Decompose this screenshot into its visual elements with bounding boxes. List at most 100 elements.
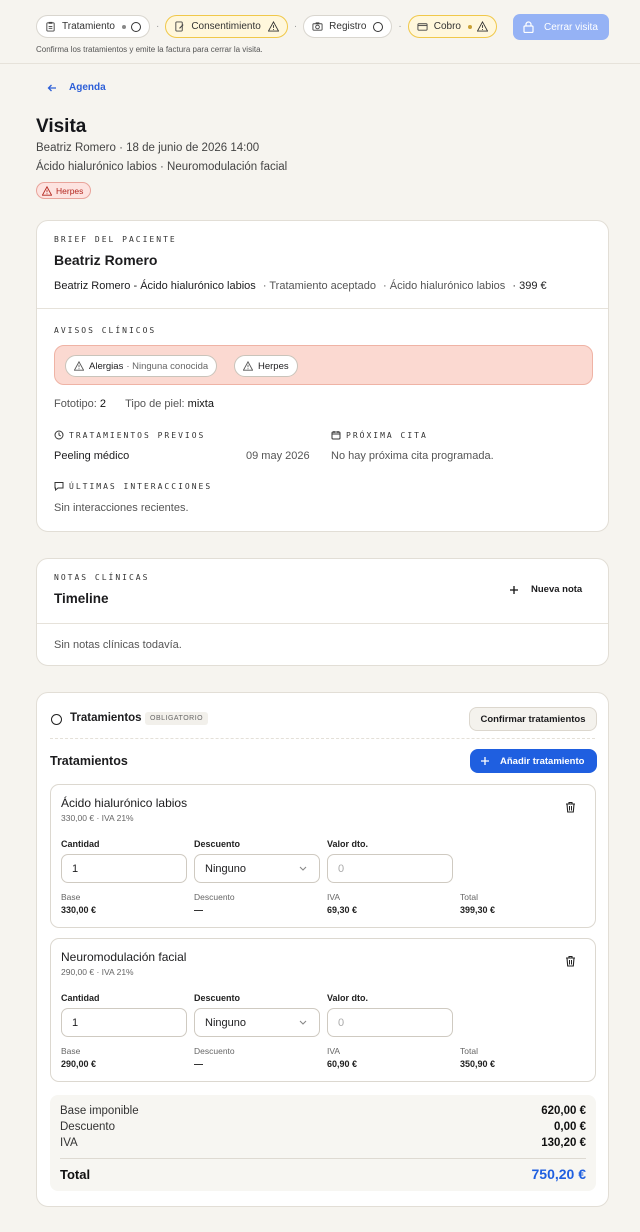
- herpes-badge: Herpes: [36, 182, 92, 199]
- allergy-chip: Alergias · Ninguna conocida: [65, 355, 218, 377]
- new-note-label: Nueva nota: [531, 584, 583, 595]
- total-label: Total: [460, 1046, 478, 1056]
- trash-icon[interactable]: [565, 955, 576, 967]
- summary-discount-value: 0,00 €: [554, 1121, 586, 1133]
- allergy-title: Alergias: [89, 360, 124, 372]
- visit-stepper-bar: Tratamiento · Consentimiento · Registro …: [0, 0, 640, 64]
- status-dot: [468, 24, 472, 29]
- discount-value-label: Valor dto.: [327, 839, 369, 849]
- confirm-treatments-button[interactable]: Confirmar tratamientos: [469, 707, 597, 731]
- discount-value-input[interactable]: 0: [327, 854, 453, 883]
- trash-icon[interactable]: [565, 801, 576, 813]
- next-appointment-value: No hay próxima cita programada.: [331, 450, 494, 462]
- discount-amount-label: Descuento: [194, 1046, 235, 1056]
- step-label: Cobro: [433, 21, 461, 32]
- badge-label: Herpes: [56, 185, 84, 196]
- treatment-item: Ácido hialurónico labios 330,00 € · IVA …: [50, 784, 596, 928]
- patient-brief-card: BRIEF DEL PACIENTE Beatriz Romero Beatri…: [36, 220, 609, 532]
- step-tratamiento[interactable]: Tratamiento: [36, 15, 150, 38]
- invoice-summary: Base imponible 620,00 € Descuento 0,00 €…: [50, 1095, 596, 1191]
- pending-circle-icon: [373, 21, 384, 32]
- calendar-icon: [331, 431, 341, 440]
- discount-amount-label: Descuento: [194, 892, 235, 902]
- discount-label: Descuento: [194, 993, 241, 1003]
- quantity-input[interactable]: 1: [61, 854, 187, 883]
- step-registro[interactable]: Registro: [303, 15, 393, 38]
- summary-total-label: Total: [60, 1166, 91, 1182]
- status-dot: [121, 24, 126, 29]
- treatment-name: Ácido hialurónico labios: [61, 796, 188, 810]
- interactions-value: Sin interacciones recientes.: [54, 502, 189, 514]
- discount-value-input[interactable]: 0: [327, 1008, 453, 1037]
- proposal-treatment: · Ácido hialurónico labios: [383, 280, 506, 292]
- divider: [37, 308, 608, 309]
- treatment-item: Neuromodulación facial 290,00 € · IVA 21…: [50, 938, 596, 1082]
- back-to-agenda-link[interactable]: Agenda: [47, 82, 106, 93]
- camera-icon: [312, 22, 323, 31]
- quantity-label: Cantidad: [61, 993, 100, 1003]
- previous-treatments-label: TRATAMIENTOS PREVIOS: [69, 430, 206, 440]
- chevron-down-icon: [299, 866, 307, 871]
- lock-icon: [523, 21, 534, 33]
- base-label: Base: [61, 892, 81, 902]
- page-title: Visita: [36, 116, 87, 137]
- notes-empty-state: Sin notas clínicas todavía.: [54, 639, 182, 651]
- summary-discount-row: Descuento 0,00 €: [60, 1121, 586, 1133]
- next-appointment-header: PRÓXIMA CITA: [331, 430, 428, 440]
- step-label: Registro: [329, 21, 367, 32]
- step-status-circle-icon: [51, 714, 62, 725]
- step-cobro[interactable]: Cobro: [407, 15, 497, 38]
- divider: [60, 1158, 586, 1159]
- skin-type-value: mixta: [187, 398, 214, 410]
- treatments-step-title: Tratamientos: [70, 712, 142, 724]
- total-value: 399,30 €: [460, 905, 496, 915]
- base-label: Base: [61, 1046, 81, 1056]
- summary-total-value: 750,20 €: [531, 1166, 587, 1182]
- summary-base-label: Base imponible: [60, 1105, 139, 1117]
- interactions-header: ÚLTIMAS INTERACCIONES: [54, 481, 212, 491]
- divider: [50, 738, 595, 739]
- discount-select[interactable]: Ninguno: [194, 1008, 320, 1037]
- arrow-left-icon: [47, 84, 56, 91]
- previous-treatments-header: TRATAMIENTOS PREVIOS: [54, 430, 205, 440]
- alerts-section-label: AVISOS CLÍNICOS: [54, 326, 157, 335]
- phototype-value: 2: [99, 398, 106, 410]
- warning-icon: [477, 21, 488, 32]
- step-label: Consentimiento: [191, 21, 261, 32]
- discount-value-label: Valor dto.: [327, 993, 369, 1003]
- accepted-proposal[interactable]: Beatriz Romero - Ácido hialurónico labio…: [54, 280, 547, 292]
- step-consentimiento[interactable]: Consentimiento: [165, 15, 288, 38]
- pending-circle-icon: [130, 21, 141, 32]
- add-treatment-button[interactable]: Añadir tratamiento: [470, 749, 597, 773]
- discount-select[interactable]: Ninguno: [194, 854, 320, 883]
- treatment-meta: 330,00 € · IVA 21%: [61, 813, 134, 823]
- step-separator: ·: [293, 21, 298, 32]
- brief-section-label: BRIEF DEL PACIENTE: [54, 235, 177, 244]
- vat-value: 69,30 €: [327, 905, 358, 915]
- total-label: Total: [460, 892, 478, 902]
- treatment-meta: 290,00 € · IVA 21%: [61, 967, 134, 977]
- plus-icon: [510, 585, 518, 594]
- total-value: 350,90 €: [460, 1059, 496, 1069]
- previous-treatment-name: Peeling médico: [54, 450, 130, 462]
- document-sign-icon: [175, 21, 184, 32]
- chevron-down-icon: [299, 1020, 307, 1025]
- clipboard-icon: [46, 21, 55, 32]
- interactions-label: ÚLTIMAS INTERACCIONES: [69, 481, 213, 491]
- warning-icon: [42, 185, 52, 196]
- discount-amount-value: —: [194, 905, 203, 915]
- visit-treatments: Ácido hialurónico labios · Neuromodulaci…: [36, 161, 288, 173]
- summary-vat-value: 130,20 €: [541, 1137, 586, 1149]
- required-badge: OBLIGATORIO: [145, 712, 209, 725]
- plus-icon: [481, 757, 489, 765]
- treatments-card: Tratamientos OBLIGATORIO Confirmar trata…: [36, 692, 609, 1207]
- new-note-button[interactable]: Nueva nota: [509, 584, 582, 595]
- summary-vat-row: IVA 130,20 €: [60, 1137, 586, 1149]
- quantity-input[interactable]: 1: [61, 1008, 187, 1037]
- close-visit-button[interactable]: Cerrar visita: [513, 14, 609, 40]
- proposal-status: · Tratamiento aceptado: [262, 280, 376, 292]
- visit-subtitle: Beatriz Romero · 18 de junio de 2026 14:…: [36, 142, 260, 154]
- chat-icon: [54, 482, 64, 491]
- notes-section-label: NOTAS CLÍNICAS: [54, 573, 150, 582]
- close-visit-label: Cerrar visita: [544, 21, 598, 33]
